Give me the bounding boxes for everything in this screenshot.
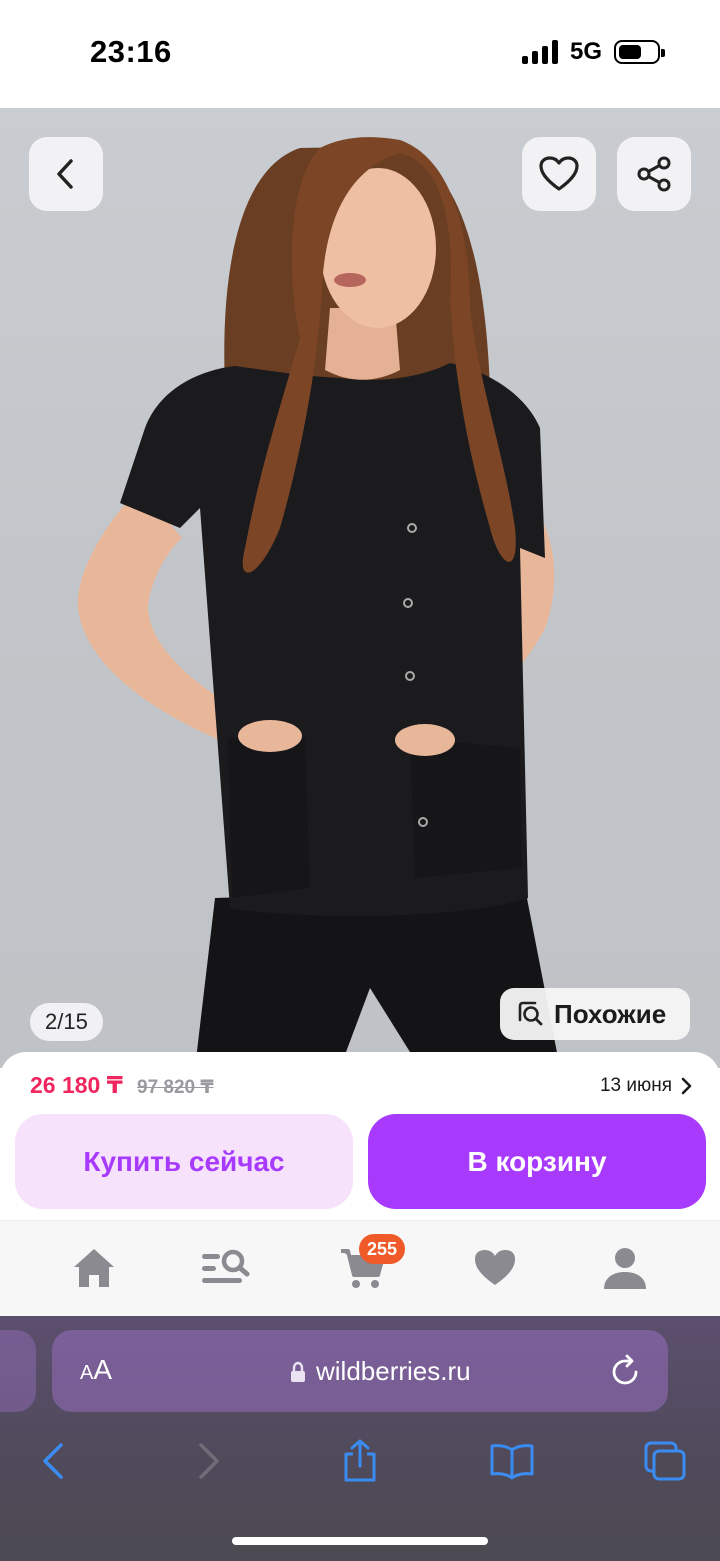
old-price: 97 820 ₸ (137, 1077, 214, 1098)
share-icon (637, 156, 671, 192)
signal-icon (521, 40, 558, 64)
buy-now-button[interactable]: Купить сейчас (15, 1114, 353, 1209)
browser-toolbar: AA wildberries.ru (0, 1316, 720, 1561)
battery-icon (614, 40, 665, 64)
nav-favorites[interactable] (467, 1243, 523, 1293)
text-size-button[interactable]: AA (80, 1354, 112, 1386)
profile-icon (604, 1248, 646, 1289)
url-display[interactable]: wildberries.ru (290, 1356, 471, 1387)
reload-icon (612, 1354, 638, 1385)
favorite-button[interactable] (522, 137, 596, 211)
reload-button[interactable] (610, 1354, 642, 1393)
tabs-icon (644, 1441, 686, 1481)
cart-count-badge: 255 (359, 1234, 406, 1264)
purchase-panel: 26 180 ₸ 97 820 ₸ 13 июня Купить сейчас … (0, 1052, 720, 1220)
back-button[interactable] (29, 137, 103, 211)
home-icon (74, 1249, 114, 1287)
browser-forward-icon (199, 1443, 219, 1479)
lock-icon (291, 1361, 305, 1382)
book-icon (490, 1444, 534, 1480)
delivery-date-link[interactable]: 13 июня (600, 1075, 692, 1097)
heart-icon (539, 156, 579, 191)
status-indicators: 5G (521, 38, 665, 66)
similar-button[interactable]: Похожие (500, 988, 690, 1040)
status-bar: 23:16 5G (0, 0, 720, 108)
chevron-right-icon (681, 1077, 692, 1095)
network-type: 5G (569, 38, 602, 65)
browser-share-button[interactable] (335, 1436, 385, 1486)
tabs-button[interactable] (640, 1436, 690, 1486)
browser-share-icon (344, 1439, 376, 1482)
url-text: wildberries.ru (316, 1356, 471, 1386)
delivery-date: 13 июня (599, 1075, 672, 1096)
nav-home[interactable] (66, 1243, 122, 1293)
favorites-icon (475, 1250, 515, 1285)
similar-label: Похожие (554, 998, 667, 1029)
browser-forward-button[interactable] (184, 1436, 234, 1486)
home-indicator (232, 1537, 488, 1545)
share-button[interactable] (617, 137, 691, 211)
bookmarks-button[interactable] (487, 1436, 537, 1486)
browser-back-icon (43, 1443, 63, 1479)
previous-tab[interactable] (0, 1330, 36, 1412)
current-price: 26 180 ₸ (30, 1072, 123, 1098)
image-counter: 2/15 (30, 1003, 103, 1041)
browser-back-button[interactable] (28, 1436, 78, 1486)
nav-catalog[interactable] (198, 1243, 254, 1293)
product-image-gallery[interactable] (0, 108, 720, 1068)
product-photo (77, 137, 560, 1068)
add-to-cart-button[interactable]: В корзину (368, 1114, 706, 1209)
catalog-search-icon (202, 1249, 250, 1283)
nav-profile[interactable] (597, 1243, 653, 1293)
app-bottom-nav: 255 (0, 1220, 720, 1316)
status-time: 23:16 (90, 34, 172, 69)
similar-search-icon (518, 1001, 543, 1026)
chevron-left-icon (57, 159, 73, 189)
address-bar[interactable]: AA wildberries.ru (52, 1330, 668, 1412)
